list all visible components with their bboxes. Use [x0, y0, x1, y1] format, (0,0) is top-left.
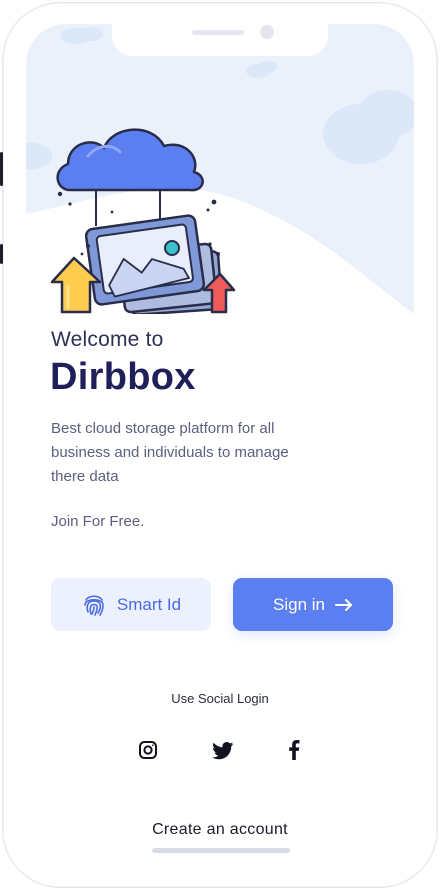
- facebook-icon: [289, 740, 300, 760]
- join-free-text: Join For Free.: [51, 513, 145, 530]
- create-account-link[interactable]: Create an account: [26, 821, 414, 839]
- instagram-icon: [139, 741, 157, 759]
- sign-in-button[interactable]: Sign in: [233, 578, 393, 631]
- phone-notch: [112, 24, 328, 56]
- app-description: Best cloud storage platform for all busi…: [51, 420, 289, 485]
- social-login-label: Use Social Login: [171, 691, 269, 706]
- smart-id-button[interactable]: Smart Id: [51, 578, 211, 631]
- twitter-icon: [212, 742, 234, 760]
- notch-speaker: [192, 30, 244, 35]
- app-screen: Welcome to Dirbbox Best cloud storage pl…: [26, 24, 414, 866]
- fingerprint-icon: [84, 594, 104, 616]
- phone-side-button-bottom: [0, 244, 3, 264]
- smart-id-label: Smart Id: [116, 594, 182, 614]
- home-indicator: [152, 848, 290, 853]
- facebook-button[interactable]: [288, 740, 300, 765]
- notch-camera: [260, 25, 274, 39]
- welcome-heading: Welcome to: [51, 328, 164, 351]
- arrow-right-icon: [334, 598, 352, 611]
- twitter-button[interactable]: [212, 742, 234, 765]
- instagram-button[interactable]: [138, 740, 158, 765]
- sign-in-label: Sign in: [273, 594, 325, 614]
- cloud-storage-illustration: [50, 128, 236, 314]
- phone-side-button-top: [0, 152, 3, 186]
- brand-title: Dirbbox: [50, 356, 196, 398]
